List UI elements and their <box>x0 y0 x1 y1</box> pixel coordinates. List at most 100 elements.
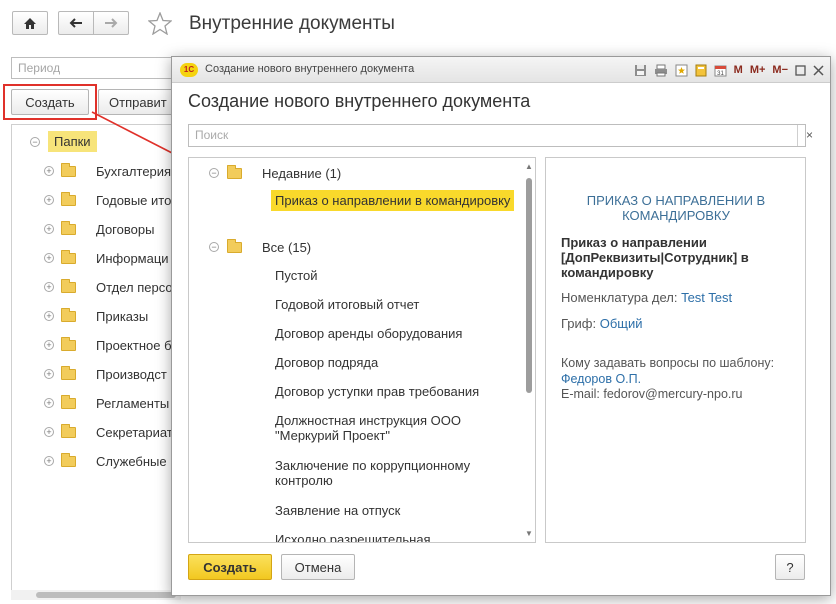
expand-icon[interactable]: + <box>44 253 54 263</box>
tree-item-contracts[interactable]: + Договоры <box>44 219 154 239</box>
horizontal-scrollbar[interactable] <box>11 590 181 600</box>
scroll-up-icon[interactable]: ▲ <box>525 162 533 171</box>
contact-name-link[interactable]: Федоров О.П. <box>561 372 641 386</box>
group-recent[interactable]: − Недавние (1) <box>209 164 341 182</box>
calendar-icon[interactable]: 31 <box>714 61 727 79</box>
period-input[interactable]: Период <box>11 57 176 79</box>
cancel-button[interactable]: Отмена <box>281 554 355 580</box>
folder-icon <box>61 365 76 380</box>
nomenclature-line: Номенклатура дел: Test Test <box>561 290 732 305</box>
memory-m-button[interactable]: M <box>734 64 743 76</box>
titlebar-toolbar: 31 M M+ M− <box>634 61 824 79</box>
home-button[interactable] <box>12 11 48 35</box>
tree-item-annual[interactable]: + Годовые итог <box>44 190 176 210</box>
grif-link[interactable]: Общий <box>600 316 643 331</box>
list-item[interactable]: Заявление на отпуск <box>275 503 400 518</box>
list-item[interactable]: Должностная инструкция ООО "Меркурий Про… <box>275 413 495 443</box>
expand-icon[interactable]: + <box>44 311 54 321</box>
maximize-icon[interactable] <box>795 61 806 79</box>
tree-item-orders[interactable]: + Приказы <box>44 306 148 326</box>
folder-icon <box>61 452 76 467</box>
tree-item-service[interactable]: + Служебные <box>44 451 167 471</box>
collapse-icon[interactable]: − <box>30 136 40 147</box>
tree-item-label: Проектное б <box>96 337 172 353</box>
tree-item-regulations[interactable]: + Регламенты <box>44 393 169 413</box>
nomenclature-link[interactable]: Test Test <box>681 290 732 305</box>
folder-icon <box>61 220 76 235</box>
list-item[interactable]: Исходно разрешительная <box>275 532 431 542</box>
app-logo-icon: 1С <box>180 63 198 77</box>
save-icon[interactable] <box>634 61 647 79</box>
tree-item-label: Служебные <box>96 453 167 469</box>
create-button[interactable]: Создать <box>188 554 272 580</box>
calculator-icon[interactable] <box>695 61 707 79</box>
arrow-right-icon <box>105 18 118 28</box>
dialog-heading: Создание нового внутреннего документа <box>188 91 531 111</box>
vertical-scrollbar[interactable]: ▲ ▼ <box>523 158 535 542</box>
info-description: Приказ о направлении [ДопРеквизиты|Сотру… <box>561 235 749 280</box>
expand-icon[interactable]: + <box>44 166 54 176</box>
search-input[interactable]: Поиск × <box>188 124 813 147</box>
tree-item-production[interactable]: + Производст <box>44 364 167 384</box>
search-clear-button[interactable]: × <box>797 125 821 146</box>
create-button[interactable]: Создать <box>11 89 89 115</box>
info-title: ПРИКАЗ О НАПРАВЛЕНИИ В КОМАНДИРОВКУ <box>586 193 766 223</box>
folder-icon <box>61 423 76 438</box>
expand-icon[interactable]: + <box>44 427 54 437</box>
memory-minus-button[interactable]: M− <box>772 64 788 76</box>
grif-line: Гриф: Общий <box>561 316 643 331</box>
list-item-selected[interactable]: Приказ о направлении в командировку <box>271 190 515 211</box>
tree-item-label: Договоры <box>96 221 155 237</box>
expand-icon[interactable]: + <box>44 340 54 350</box>
help-button[interactable]: ? <box>775 554 805 580</box>
list-item[interactable]: Договор аренды оборудования <box>275 326 462 341</box>
expand-icon[interactable]: + <box>44 195 54 205</box>
tree-item-label: Секретариат <box>96 424 173 440</box>
dialog-titlebar: 1С Создание нового внутреннего документа… <box>172 57 830 83</box>
favorites-icon[interactable] <box>675 61 688 79</box>
folder-icon <box>61 249 76 264</box>
print-icon[interactable] <box>654 61 668 79</box>
tree-item-label: Информаци <box>96 250 169 266</box>
list-item[interactable]: Договор уступки прав требования <box>275 384 479 399</box>
expand-icon[interactable]: + <box>44 456 54 466</box>
group-all[interactable]: − Все (15) <box>209 238 311 256</box>
expand-icon[interactable]: + <box>44 224 54 234</box>
expand-icon[interactable]: + <box>44 369 54 379</box>
scrollbar-thumb[interactable] <box>36 592 176 598</box>
tree-item-hr[interactable]: + Отдел персо <box>44 277 173 297</box>
create-document-dialog: 1С Создание нового внутреннего документа… <box>171 56 831 596</box>
list-item[interactable]: Договор подряда <box>275 355 378 370</box>
collapse-icon[interactable]: − <box>209 168 219 178</box>
memory-plus-button[interactable]: M+ <box>750 64 766 76</box>
scrollbar-thumb[interactable] <box>526 178 532 393</box>
folder-icon <box>227 164 242 179</box>
tree-root[interactable]: − Папки <box>30 131 97 152</box>
expand-icon[interactable]: + <box>44 398 54 408</box>
back-button[interactable] <box>58 11 94 35</box>
page-title: Внутренние документы <box>189 13 395 34</box>
list-item[interactable]: Заключение по коррупционному контролю <box>275 458 495 488</box>
contact-label: Кому задавать вопросы по шаблону: <box>561 356 775 370</box>
nomenclature-label: Номенклатура дел: <box>561 290 678 305</box>
tree-item-label: Приказы <box>96 308 149 324</box>
list-item[interactable]: Пустой <box>275 268 318 283</box>
expand-icon[interactable]: + <box>44 282 54 292</box>
scroll-down-icon[interactable]: ▼ <box>525 529 533 538</box>
tree-item-secretariat[interactable]: + Секретариат <box>44 422 173 442</box>
contact-email: E-mail: fedorov@mercury-npo.ru <box>561 387 743 401</box>
tree-item-label: Бухгалтерия <box>96 163 172 179</box>
tree-item-info[interactable]: + Информаци <box>44 248 169 268</box>
list-item[interactable]: Годовой итоговый отчет <box>275 297 419 312</box>
forward-button[interactable] <box>93 11 129 35</box>
folder-icon <box>61 336 76 351</box>
tree-item-buhgalteriya[interactable]: + Бухгалтерия <box>44 161 171 181</box>
collapse-icon[interactable]: − <box>209 242 219 252</box>
svg-text:31: 31 <box>717 71 724 77</box>
grif-label: Гриф: <box>561 316 597 331</box>
close-icon[interactable] <box>813 61 824 79</box>
tree-item-project[interactable]: + Проектное б <box>44 335 172 355</box>
folder-icon <box>61 394 76 409</box>
star-icon[interactable] <box>148 12 172 35</box>
tree-item-label: Годовые итог <box>96 192 177 208</box>
